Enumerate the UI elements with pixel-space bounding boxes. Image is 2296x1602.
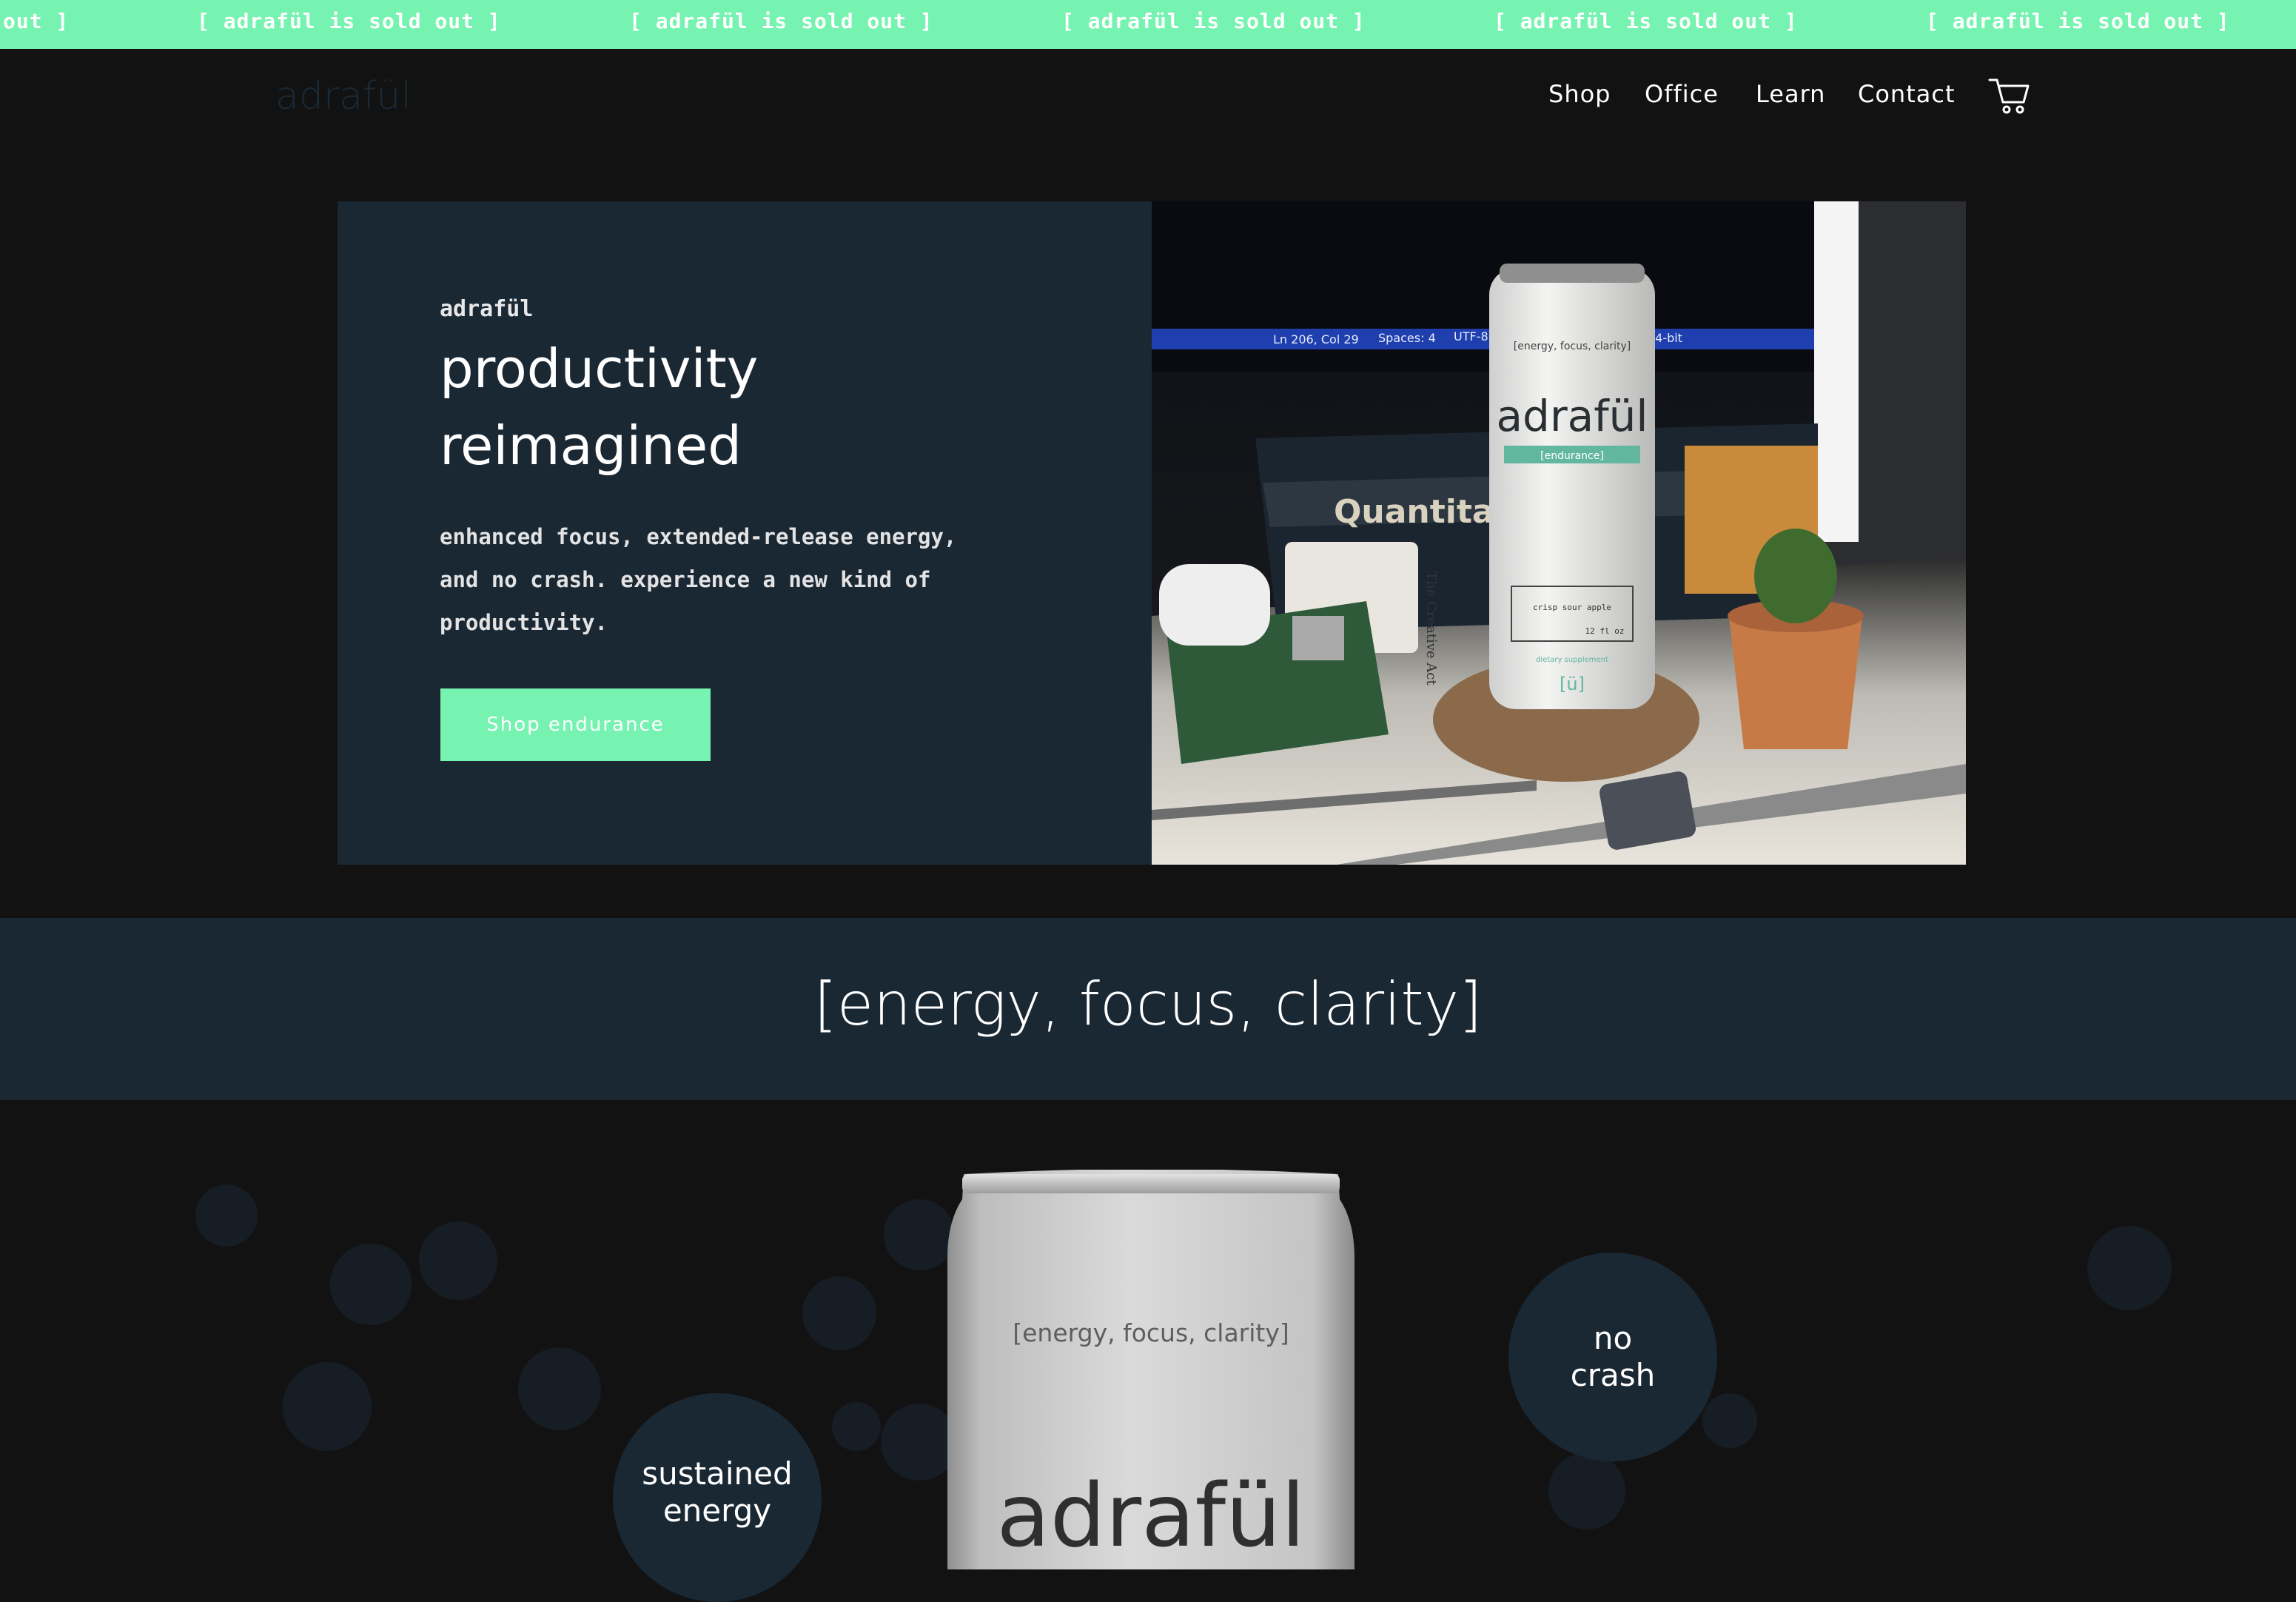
announcement-text: [ adrafül is sold out ] — [629, 9, 933, 33]
product-can-brand: adrafül — [996, 1464, 1305, 1566]
feature-label-line: sustained — [642, 1455, 793, 1492]
announcement-bar: out ] [ adrafül is sold out ] [ adrafül … — [0, 0, 2296, 49]
decorative-bubble — [195, 1184, 258, 1247]
book-spine-text: The Creative Act — [1423, 572, 1439, 686]
decorative-bubble — [330, 1244, 412, 1325]
announcement-text: [ adrafül is sold out ] — [1926, 9, 2230, 33]
site-logo[interactable]: adrafül — [275, 74, 412, 118]
shop-endurance-button[interactable]: Shop endurance — [440, 688, 711, 761]
decorative-bubble — [802, 1276, 876, 1350]
nav-learn[interactable]: Learn — [1756, 80, 1825, 108]
product-photo-illustration: Ln 206, Col 29 Spaces: 4 UTF-8 64-bit Qu… — [1152, 201, 1966, 865]
nav-office[interactable]: Office — [1645, 80, 1719, 108]
decorative-bubble — [832, 1402, 881, 1451]
feature-label-line: energy — [662, 1492, 772, 1529]
decorative-bubble — [2087, 1226, 2172, 1310]
hero-title-line: productivity — [440, 338, 759, 400]
hero-kicker: adrafül — [440, 296, 534, 322]
decorative-bubble — [1548, 1452, 1625, 1529]
photo-can-flavor: crisp sour apple — [1533, 603, 1611, 612]
photo-can-note: dietary supplement — [1536, 656, 1608, 664]
photo-can-mark: [ü] — [1560, 674, 1585, 694]
photo-can-variant: [endurance] — [1540, 450, 1604, 462]
editor-status-text: Ln 206, Col 29 — [1273, 332, 1359, 346]
decorative-bubble — [1702, 1393, 1757, 1448]
feature-label: sustained energy — [642, 1455, 792, 1529]
photo-can-volume: 12 fl oz — [1585, 626, 1625, 636]
hero-description-line: and no crash. experience a new kind of — [440, 567, 931, 592]
announcement-text: out ] — [3, 9, 70, 33]
announcement-text: [ adrafül is sold out ] — [1494, 9, 1798, 33]
feature-label-line: crash — [1570, 1357, 1656, 1393]
photo-can-brand: adrafül — [1496, 391, 1648, 441]
feature-sustained-energy: sustained energy — [613, 1393, 822, 1602]
nav-shop[interactable]: Shop — [1548, 80, 1611, 108]
cart-icon[interactable] — [1988, 77, 2031, 115]
hero-product-photo: Ln 206, Col 29 Spaces: 4 UTF-8 64-bit Qu… — [1152, 201, 1966, 865]
hero-title-line: reimagined — [440, 415, 742, 477]
decorative-bubble — [518, 1347, 601, 1430]
hero-description-line: enhanced focus, extended-release energy, — [440, 524, 957, 549]
product-can-image: [energy, focus, clarity] adrafül — [947, 1170, 1355, 1569]
decorative-bubble — [419, 1221, 497, 1300]
hero-description: enhanced focus, extended-release energy,… — [440, 515, 1106, 644]
product-can-tagline: [energy, focus, clarity] — [1013, 1318, 1289, 1347]
book-title: Quantitat — [1334, 493, 1510, 531]
decorative-bubble — [283, 1362, 372, 1451]
announcement-text: [ adrafül is sold out ] — [197, 9, 501, 33]
feature-label-line: no — [1593, 1320, 1633, 1356]
hero-title: productivity reimagined — [440, 330, 1106, 484]
photo-can-tagline: [energy, focus, clarity] — [1514, 341, 1631, 352]
nav-contact[interactable]: Contact — [1858, 80, 1956, 108]
tagline-heading: [energy, focus, clarity] — [813, 970, 1483, 1039]
feature-label: no crash — [1571, 1320, 1656, 1394]
editor-status-text: UTF-8 — [1454, 329, 1488, 343]
feature-no-crash: no crash — [1508, 1253, 1717, 1461]
hero-description-line: productivity. — [440, 610, 608, 635]
announcement-text: [ adrafül is sold out ] — [1061, 9, 1366, 33]
editor-status-text: Spaces: 4 — [1378, 331, 1436, 345]
